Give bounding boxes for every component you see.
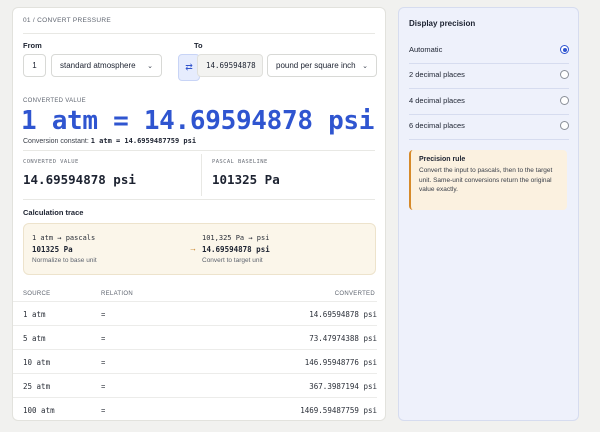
row-source: 10 atm — [23, 358, 51, 367]
precision-option-2-decimals[interactable]: 2 decimal places — [409, 66, 569, 86]
radio-selected-icon[interactable] — [560, 45, 569, 54]
radio-icon[interactable] — [560, 96, 569, 105]
from-unit-select[interactable]: standard atmosphere ⌄ — [51, 54, 162, 77]
converter-card: 01 / CONVERT PRESSURE From To 1 standard… — [12, 7, 386, 421]
row-converted: 73.47974388 psi — [309, 334, 377, 343]
column-header-converted: CONVERTED — [334, 291, 375, 297]
calculation-trace: 1 atm → pascals 101325 Pa Normalize to b… — [23, 223, 376, 275]
row-source: 5 atm — [23, 334, 46, 343]
row-relation: = — [101, 382, 106, 391]
table-row: 10 atm = 146.95948776 psi — [13, 349, 377, 373]
row-converted: 1469.59487759 psi — [300, 406, 377, 415]
result-headline: 1 atm = 14.69594878 psi — [21, 106, 375, 136]
stat-divider — [201, 154, 202, 196]
note-body: Convert the input to pascals, then to th… — [419, 167, 553, 193]
row-relation: = — [101, 334, 106, 343]
chevron-down-icon: ⌄ — [147, 62, 153, 70]
section-eyebrow: 01 / CONVERT PRESSURE — [23, 17, 112, 24]
from-label: From — [23, 41, 42, 50]
pascal-stat-label: PASCAL BASELINE — [212, 159, 268, 165]
column-header-relation: RELATION — [101, 291, 133, 297]
step2-note: Convert to target unit — [202, 257, 263, 264]
radio-icon[interactable] — [560, 121, 569, 130]
from-value-input[interactable]: 1 — [23, 54, 46, 77]
precision-option-automatic[interactable]: Automatic — [409, 41, 569, 61]
divider — [23, 33, 375, 34]
from-unit-text: standard atmosphere — [60, 61, 136, 70]
step2-expression: 101,325 Pa → psi — [202, 234, 270, 242]
step2-result: 14.69594878 psi — [202, 245, 270, 254]
row-converted: 367.3987194 psi — [309, 382, 377, 391]
trace-title: Calculation trace — [23, 208, 84, 217]
row-relation: = — [101, 358, 106, 367]
step1-note: Normalize to base unit — [32, 257, 97, 264]
option-label: 2 decimal places — [409, 70, 465, 79]
divider — [409, 88, 569, 89]
row-converted: 146.95948776 psi — [304, 358, 377, 367]
divider — [409, 139, 569, 140]
conversion-constant: Conversion constant: 1 atm = 14.69594877… — [23, 137, 196, 145]
table-row: 25 atm = 367.3987194 psi — [13, 373, 377, 397]
table-row: 5 atm = 73.47974388 psi — [13, 325, 377, 349]
result-label: CONVERTED VALUE — [23, 98, 86, 104]
pascal-stat-value: 101325 Pa — [212, 172, 280, 187]
to-value-field: 14.69594878 — [197, 54, 263, 77]
from-value-text: 1 — [32, 61, 37, 70]
converted-stat-value: 14.69594878 psi — [23, 172, 136, 187]
precision-rule-note: Precision rule Convert the input to pasc… — [409, 150, 567, 210]
column-header-source: SOURCE — [23, 291, 51, 297]
table-row: 100 atm = 1469.59487759 psi — [13, 397, 377, 420]
divider — [23, 199, 375, 200]
chevron-down-icon: ⌄ — [362, 62, 368, 70]
step1-expression: 1 atm → pascals — [32, 234, 96, 242]
divider — [23, 150, 375, 151]
divider — [409, 63, 569, 64]
option-label: Automatic — [409, 45, 443, 54]
option-label: 6 decimal places — [409, 121, 465, 130]
radio-icon[interactable] — [560, 70, 569, 79]
to-unit-select[interactable]: pound per square inch ⌄ — [267, 54, 377, 77]
step1-result: 101325 Pa — [32, 245, 73, 254]
to-unit-text: pound per square inch — [276, 61, 356, 70]
table-row: 1 atm = 14.69594878 psi — [13, 301, 377, 325]
precision-option-6-decimals[interactable]: 6 decimal places — [409, 117, 569, 137]
constant-value: 1 atm = 14.6959487759 psi — [90, 137, 197, 145]
arrow-right-icon: → — [189, 244, 197, 253]
divider — [409, 114, 569, 115]
row-source: 1 atm — [23, 310, 46, 319]
precision-panel: Display precision Automatic 2 decimal pl… — [398, 7, 579, 421]
row-source: 25 atm — [23, 382, 51, 391]
row-relation: = — [101, 406, 106, 415]
option-label: 4 decimal places — [409, 96, 465, 105]
row-converted: 14.69594878 psi — [309, 310, 377, 319]
to-label: To — [194, 41, 203, 50]
precision-option-4-decimals[interactable]: 4 decimal places — [409, 92, 569, 112]
to-value-text: 14.69594878 — [206, 61, 256, 70]
converted-stat-label: CONVERTED VALUE — [23, 159, 79, 165]
precision-title: Display precision — [409, 19, 476, 28]
row-relation: = — [101, 310, 106, 319]
note-title: Precision rule — [419, 156, 466, 163]
constant-prefix: Conversion constant: — [23, 138, 89, 145]
row-source: 100 atm — [23, 406, 55, 415]
swap-arrows-icon: ⇄ — [185, 62, 193, 72]
